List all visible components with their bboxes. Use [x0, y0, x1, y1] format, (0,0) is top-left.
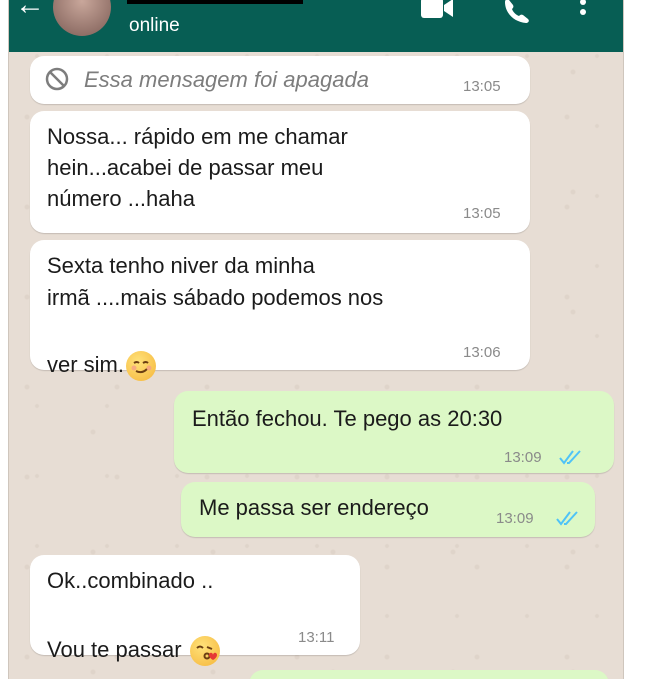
message-bubble-incoming[interactable]: Nossa... rápido em me chamar hein...acab…: [30, 111, 530, 233]
message-text: Então fechou. Te pego as 20:30: [192, 406, 503, 431]
message-time: 13:05: [463, 78, 501, 95]
message-text: Nossa... rápido em me chamar hein...acab…: [47, 124, 348, 211]
message-bubble-incoming[interactable]: Sexta tenho niver da minha irmã ....mais…: [30, 240, 530, 382]
message-bubble-outgoing[interactable]: Me passa ser endereço 13:09: [181, 482, 595, 537]
smirk-face-emoji-icon: [126, 351, 156, 382]
kiss-face-emoji-icon: [189, 636, 220, 667]
chat-screen: ← online Essa mensagem foi apagada 13:05…: [8, 0, 624, 679]
message-bubble-incoming[interactable]: Ok..combinado .. Vou te passar 13:11: [30, 555, 360, 667]
back-arrow-icon[interactable]: ←: [15, 0, 45, 20]
message-line: Sexta tenho niver da minha: [47, 253, 315, 278]
message-text: Essa mensagem foi apagada: [84, 67, 369, 92]
chat-header: ← online: [9, 0, 623, 52]
message-bubble-deleted[interactable]: Essa mensagem foi apagada 13:05: [30, 56, 530, 104]
deleted-message-icon: [45, 67, 69, 91]
message-bubble-outgoing[interactable]: Então fechou. Te pego as 20:30 13:09: [174, 391, 614, 473]
more-options-icon[interactable]: [577, 0, 589, 26]
message-bubble-outgoing-partial[interactable]: [249, 670, 609, 679]
contact-avatar[interactable]: [53, 0, 111, 36]
video-call-icon[interactable]: [419, 0, 455, 22]
message-line-with-emoji: Vou te passar: [47, 603, 220, 667]
read-receipt-icon: [556, 511, 578, 526]
contact-status: online: [129, 15, 180, 36]
message-line: Ok..combinado ..: [47, 568, 214, 593]
message-time: 13:06: [463, 344, 501, 361]
message-text: Me passa ser endereço: [199, 495, 429, 520]
message-line: Vou te passar: [47, 637, 182, 662]
message-line-with-emoji: ver sim.: [47, 318, 156, 382]
message-line: ver sim.: [47, 352, 124, 377]
message-time: 13:05: [463, 205, 501, 222]
message-time: 13:11: [298, 629, 335, 646]
message-time: 13:09: [496, 510, 534, 527]
message-line: irmã ....mais sábado podemos nos: [47, 285, 384, 310]
voice-call-icon[interactable]: [501, 0, 531, 24]
read-receipt-icon: [559, 450, 581, 465]
message-time: 13:09: [504, 449, 542, 466]
contact-name-redacted[interactable]: [127, 0, 303, 4]
